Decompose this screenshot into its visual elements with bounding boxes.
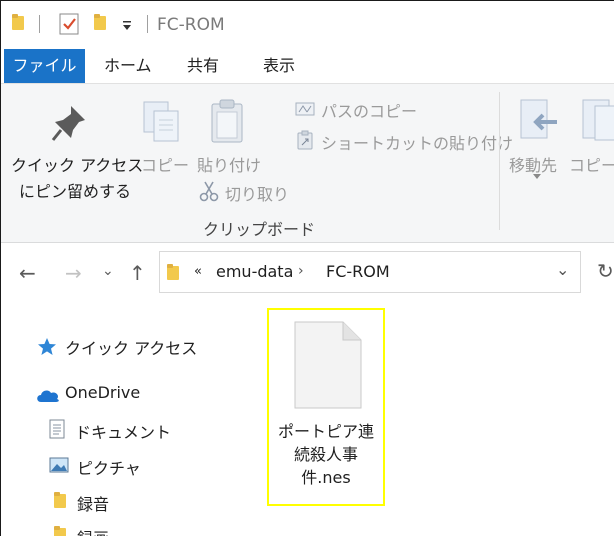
sidebar-item-label: ピクチャ [77,459,141,478]
pin-icon [51,106,85,141]
paste-label: 貼り付け [197,156,262,175]
copy-label: コピー [141,156,190,175]
new-folder-icon[interactable] [93,13,107,31]
file-name-label: ポートピア連 続殺人事 件.nes [275,420,377,489]
ribbon-panel: クイック アクセス にピン留めする コピー 貼り付け パスのコピー ショートカッ… [1,83,614,243]
move-to-icon [520,99,557,139]
address-history-chevron-icon[interactable]: ⌄ [556,260,569,279]
tab-home[interactable]: ホーム [104,49,152,83]
copy-path-label: パスのコピー [321,102,418,121]
customize-toolbar-dropdown-icon[interactable] [121,21,133,31]
breadcrumb-emu-data[interactable]: emu-data [216,262,293,281]
move-to-dropdown-icon [533,174,541,179]
move-to-label: 移動先 [509,156,558,175]
sidebar-item-label: クイック アクセス [65,339,198,358]
sidebar-item-label: ドキュメント [75,423,172,442]
sidebar-item-label: 録音 [77,495,110,514]
pin-label-line1: クイック アクセス [11,156,144,175]
sidebar-item-label: OneDrive [65,383,141,402]
group-label-clipboard: クリップボード [203,220,316,239]
file-name-line: ポートピア連 [277,422,374,441]
copy-to-label: コピー先 [569,156,614,175]
sidebar-item-label: 録画 [77,525,109,536]
ribbon-tabs: ファイル ホーム 共有 表示 [1,49,614,83]
tab-file[interactable]: ファイル [4,49,85,83]
picture-icon [49,457,69,473]
forward-arrow-icon[interactable]: → [65,261,82,285]
paste-shortcut-icon [297,130,313,150]
folder-icon [54,492,66,508]
scissors-icon [199,181,219,202]
file-name-line: 件.nes [301,468,351,487]
cloud-icon [37,390,59,402]
explorer-window: FC-ROM ファイル ホーム 共有 表示 クイック アクセス にピン留めする … [0,0,614,536]
cut-label: 切り取り [225,185,290,204]
properties-icon[interactable] [59,13,79,35]
navigation-bar: ← → ⌄ ↑ « emu-data › FC-ROM ⌄ ↻ [1,243,614,301]
copy-to-icon [582,99,614,141]
breadcrumb-overflow[interactable]: « [194,264,202,279]
copy-icon [143,101,179,142]
window-title: FC-ROM [157,15,225,35]
folder-icon [12,14,24,30]
paste-shortcut-label: ショートカットの貼り付け [321,134,514,153]
ribbon-group-separator [499,92,500,230]
clipboard-icon [211,99,243,143]
title-separator [147,15,148,33]
file-list-pane: ポートピア連 続殺人事 件.nes [245,301,614,536]
tab-view[interactable]: 表示 [263,49,295,83]
breadcrumb-fc-rom[interactable]: FC-ROM [326,262,390,281]
tab-share[interactable]: 共有 [187,49,219,83]
file-name-line: 続殺人事 [293,445,358,464]
up-arrow-icon[interactable]: ↑ [129,261,146,285]
file-icon [294,321,362,409]
title-separator [39,15,40,33]
refresh-icon[interactable]: ↻ [597,259,614,283]
pin-label-line2: にピン留めする [19,182,132,201]
file-item[interactable]: ポートピア連 続殺人事 件.nes [267,308,385,506]
copy-path-icon [295,102,315,116]
document-icon [49,419,65,439]
recent-locations-chevron-icon[interactable]: ⌄ [102,263,114,279]
folder-icon [54,526,66,536]
title-bar: FC-ROM [1,1,614,47]
address-bar[interactable]: « emu-data › FC-ROM ⌄ [159,251,581,293]
back-arrow-icon[interactable]: ← [19,261,36,285]
folder-icon [167,264,179,280]
navigation-pane: クイック アクセス OneDrive ドキュメント ピクチャ 録音 [1,301,245,536]
breadcrumb-separator-icon[interactable]: › [298,263,304,279]
star-icon [38,338,56,355]
